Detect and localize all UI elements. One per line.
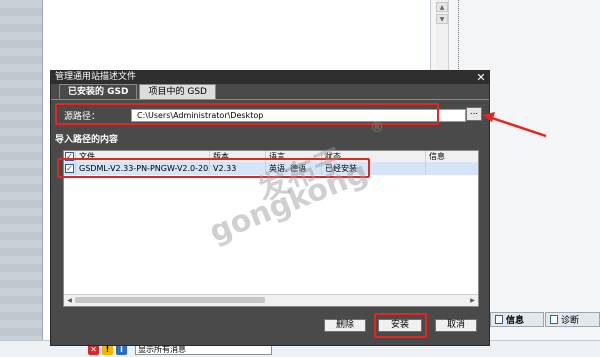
cell-info	[426, 162, 478, 175]
row-checkbox[interactable]: ✓	[65, 164, 74, 173]
cell-language: 英语, 德语	[266, 162, 322, 175]
tab-diagnostics[interactable]: 诊断	[545, 312, 600, 327]
column-header-file[interactable]: 文件	[76, 151, 210, 162]
row-checkbox-cell: ✓	[64, 162, 76, 175]
delete-button[interactable]: 删除	[324, 319, 366, 332]
tab-divider	[51, 99, 489, 100]
column-header-version[interactable]: 版本	[210, 151, 266, 162]
scroll-left-icon[interactable]: ◀	[65, 296, 74, 305]
source-path-label: 源路径：	[64, 112, 101, 122]
scroll-right-icon[interactable]: ▶	[468, 296, 477, 305]
column-header-status[interactable]: 状态	[322, 151, 426, 162]
source-path-input[interactable]: C:\Users\Administrator\Desktop	[131, 109, 466, 122]
column-header-info[interactable]: 信息	[426, 151, 478, 162]
browse-button[interactable]: ...	[466, 107, 482, 121]
info-icon	[495, 315, 503, 324]
left-panel-strip	[0, 0, 42, 356]
tab-project-gsd[interactable]: 项目中的 GSD	[139, 84, 216, 99]
scrollbar-thumb[interactable]	[75, 297, 265, 303]
scroll-down-icon[interactable]: ▼	[436, 14, 448, 24]
cell-version: V2.33	[210, 162, 266, 175]
gsd-table: ✓ 文件 版本 语言 状态 信息 ✓ GSDML-V2.33-PN-PNGW-V…	[63, 150, 479, 307]
panel-divider	[42, 0, 43, 356]
cancel-button[interactable]: 取消	[435, 319, 477, 332]
dialog-tabs: 已安装的 GSD 项目中的 GSD	[59, 84, 218, 99]
dialog-title: 管理通用站描述文件	[55, 72, 137, 82]
manage-gsd-dialog: 管理通用站描述文件 ✕ 已安装的 GSD 项目中的 GSD 源路径： C:\Us…	[50, 70, 490, 346]
tab-info[interactable]: 信息	[490, 312, 544, 327]
section-title: 导入路径的内容	[55, 135, 119, 145]
table-row[interactable]: ✓ GSDML-V2.33-PN-PNGW-V2.0-202... V2.33 …	[64, 162, 478, 175]
cell-file: GSDML-V2.33-PN-PNGW-V2.0-202...	[76, 162, 210, 175]
cell-status: 已经安装	[322, 162, 426, 175]
column-header-language[interactable]: 语言	[266, 151, 322, 162]
install-button[interactable]: 安装	[378, 319, 422, 332]
select-all-checkbox[interactable]: ✓	[65, 152, 74, 161]
close-icon[interactable]: ✕	[475, 71, 487, 84]
scroll-up-icon[interactable]: ▲	[436, 2, 448, 12]
header-checkbox-cell: ✓	[64, 151, 76, 162]
tab-installed-gsd[interactable]: 已安装的 GSD	[59, 84, 138, 99]
horizontal-scrollbar[interactable]: ◀ ▶	[64, 294, 478, 306]
diagnostics-icon	[550, 315, 558, 324]
dialog-titlebar: 管理通用站描述文件 ✕	[51, 71, 489, 84]
